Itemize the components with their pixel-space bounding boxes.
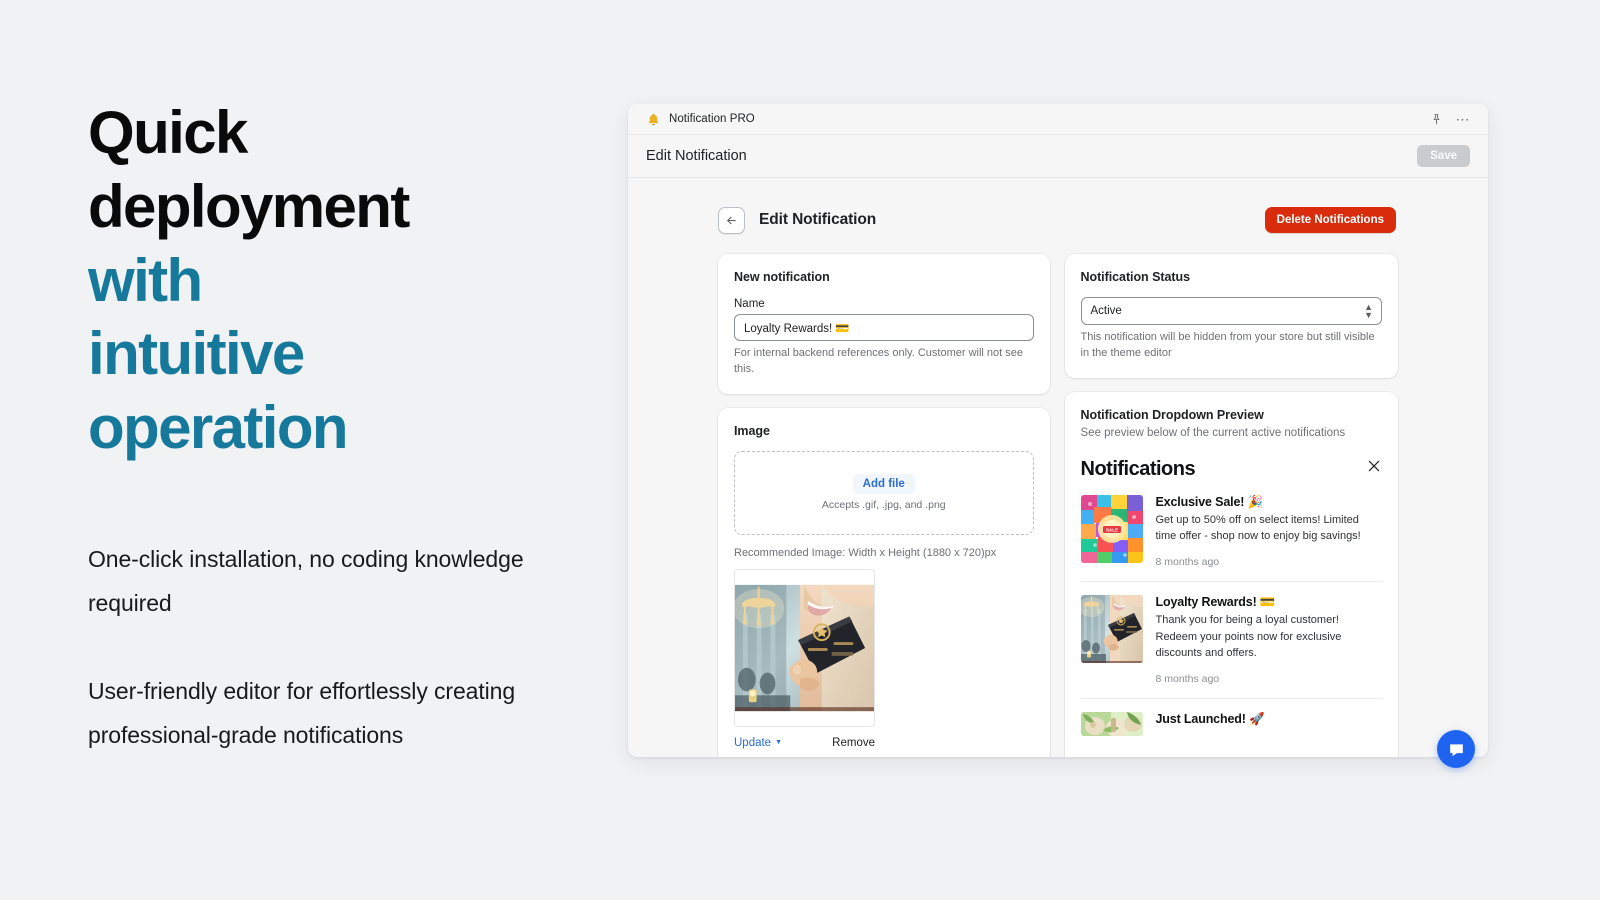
notification-status-card: Notification Status Active ▲ ▼ This notif… [1064, 254, 1398, 378]
update-image-button[interactable]: Update ▼ [734, 737, 782, 749]
status-select[interactable]: Active [1080, 297, 1382, 325]
file-dropzone[interactable]: Add file Accepts .gif, .jpg, and .png [734, 450, 1034, 535]
notification-timestamp: 8 months ago [1155, 555, 1220, 568]
back-button[interactable] [718, 206, 745, 234]
list-divider [1080, 580, 1382, 582]
notification-title: Just Launched! 🚀 [1155, 712, 1265, 727]
right-column: Notification Status Active ▲ ▼ This notif… [1064, 254, 1398, 757]
notification-content: Exclusive Sale! 🎉 Get up to 50% off on s… [1156, 495, 1383, 568]
marketing-panel: Quick deployment with intuitive operatio… [88, 96, 588, 758]
select-stepper-icon: ▲ ▼ [1364, 301, 1373, 320]
list-item[interactable]: Just Launched! 🚀 [1080, 712, 1383, 749]
marketing-body: One-click installation, no coding knowle… [88, 537, 588, 758]
image-card: Image Add file Accepts .gif, .jpg, and .… [718, 407, 1050, 757]
status-select-wrapper: Active ▲ ▼ [1080, 297, 1382, 325]
bell-icon [646, 112, 661, 127]
page-title: Edit Notification [759, 211, 877, 228]
name-field-label: Name [734, 298, 765, 310]
notification-dropdown-panel: Notifications SALE Exclusive Sale! 🎉 Get… [1080, 458, 1383, 750]
notification-timestamp: 8 months ago [1155, 673, 1220, 686]
delete-notifications-button[interactable]: Delete Notifications [1264, 207, 1396, 233]
page-header: Edit Notification Delete Notifications [646, 204, 1470, 236]
recommended-size-text: Recommended Image: Width x Height (1880 … [734, 546, 997, 559]
marketing-headline: Quick deployment with intuitive operatio… [88, 96, 588, 465]
arrow-left-icon [727, 216, 736, 224]
marketing-paragraph-2: User-friendly editor for effortlessly cr… [88, 678, 516, 749]
pin-icon[interactable] [1430, 113, 1443, 126]
new-notification-card-title: New notification [734, 270, 830, 284]
new-notification-card: New notification Name For internal backe… [718, 254, 1050, 394]
loyalty-card-image [735, 584, 874, 711]
titlebar-right-group: ⋯ [1430, 112, 1471, 126]
ellipsis-icon[interactable]: ⋯ [1456, 112, 1471, 126]
notification-thumbnail [1080, 594, 1143, 663]
name-help-text: For internal backend references only. Cu… [734, 347, 1023, 375]
close-icon[interactable] [1366, 458, 1382, 474]
topbar-title: Edit Notification [646, 148, 747, 164]
notification-description: Get up to 50% off on select items! Limit… [1155, 513, 1361, 543]
accepted-formats-text: Accepts .gif, .jpg, and .png [821, 499, 946, 512]
loyalty-card-image [1080, 594, 1143, 663]
notification-thumbnail: SALE [1080, 494, 1143, 563]
update-label: Update [734, 736, 772, 749]
image-thumbnail[interactable] [734, 568, 875, 727]
list-divider [1080, 698, 1382, 700]
notification-content: Just Launched! 🚀 [1156, 712, 1383, 736]
image-card-title: Image [734, 423, 770, 438]
app-topbar: Edit Notification Save [628, 135, 1488, 178]
chat-bubble-icon [1449, 743, 1463, 756]
preview-card: Notification Dropdown Preview See previe… [1064, 391, 1398, 757]
notification-title: Loyalty Rewards! 💳 [1155, 594, 1276, 609]
headline-line-1: Quick [88, 99, 248, 166]
app-content: Edit Notification Delete Notifications N… [628, 178, 1488, 757]
chevron-down-icon: ▼ [775, 739, 783, 747]
list-item[interactable]: SALE Exclusive Sale! 🎉 Get up to 50% off… [1080, 494, 1383, 581]
headline-accent-3: operation [88, 394, 349, 462]
status-card-title: Notification Status [1080, 270, 1191, 284]
chat-widget-button[interactable] [1437, 730, 1475, 768]
app-window: Notification PRO ⋯ Edit Notification Sav… [628, 104, 1488, 757]
status-help-text: This notification will be hidden from yo… [1080, 331, 1375, 359]
headline-accent-1: with [88, 246, 203, 314]
preview-panel-header: Notifications [1081, 458, 1383, 481]
save-button[interactable]: Save [1417, 145, 1470, 167]
add-file-button[interactable]: Add file [852, 474, 915, 495]
page-root: Quick deployment with intuitive operatio… [0, 0, 1600, 900]
notification-description: Thank you for being a loyal customer! Re… [1155, 613, 1342, 660]
status-select-value: Active [1090, 305, 1122, 317]
left-column: New notification Name For internal backe… [718, 254, 1050, 757]
preview-card-subtitle: See preview below of the current active … [1080, 426, 1346, 439]
content-columns: New notification Name For internal backe… [646, 254, 1470, 757]
notification-thumbnail [1080, 712, 1143, 737]
svg-text:SALE: SALE [1105, 527, 1117, 532]
titlebar-left-group: Notification PRO [646, 112, 755, 127]
name-input[interactable] [734, 314, 1034, 341]
preview-card-title: Notification Dropdown Preview [1080, 407, 1264, 422]
sale-collage-image: SALE [1080, 494, 1143, 563]
app-name-label: Notification PRO [669, 113, 755, 125]
preview-panel-heading: Notifications [1080, 457, 1196, 480]
image-action-row: Update ▼ Remove [734, 737, 875, 749]
remove-image-button[interactable]: Remove [832, 737, 875, 749]
notification-title: Exclusive Sale! 🎉 [1155, 494, 1264, 509]
marketing-paragraph-1: One-click installation, no coding knowle… [88, 545, 524, 617]
preview-notification-list: SALE Exclusive Sale! 🎉 Get up to 50% off… [1080, 494, 1383, 750]
notification-content: Loyalty Rewards! 💳 Thank you for being a… [1156, 595, 1383, 685]
list-item[interactable]: Loyalty Rewards! 💳 Thank you for being a… [1080, 594, 1383, 698]
tropical-product-image [1080, 712, 1143, 737]
headline-accent-2: intuitive [88, 320, 305, 388]
window-titlebar: Notification PRO ⋯ [628, 104, 1488, 135]
headline-line-2: deployment [88, 172, 410, 240]
